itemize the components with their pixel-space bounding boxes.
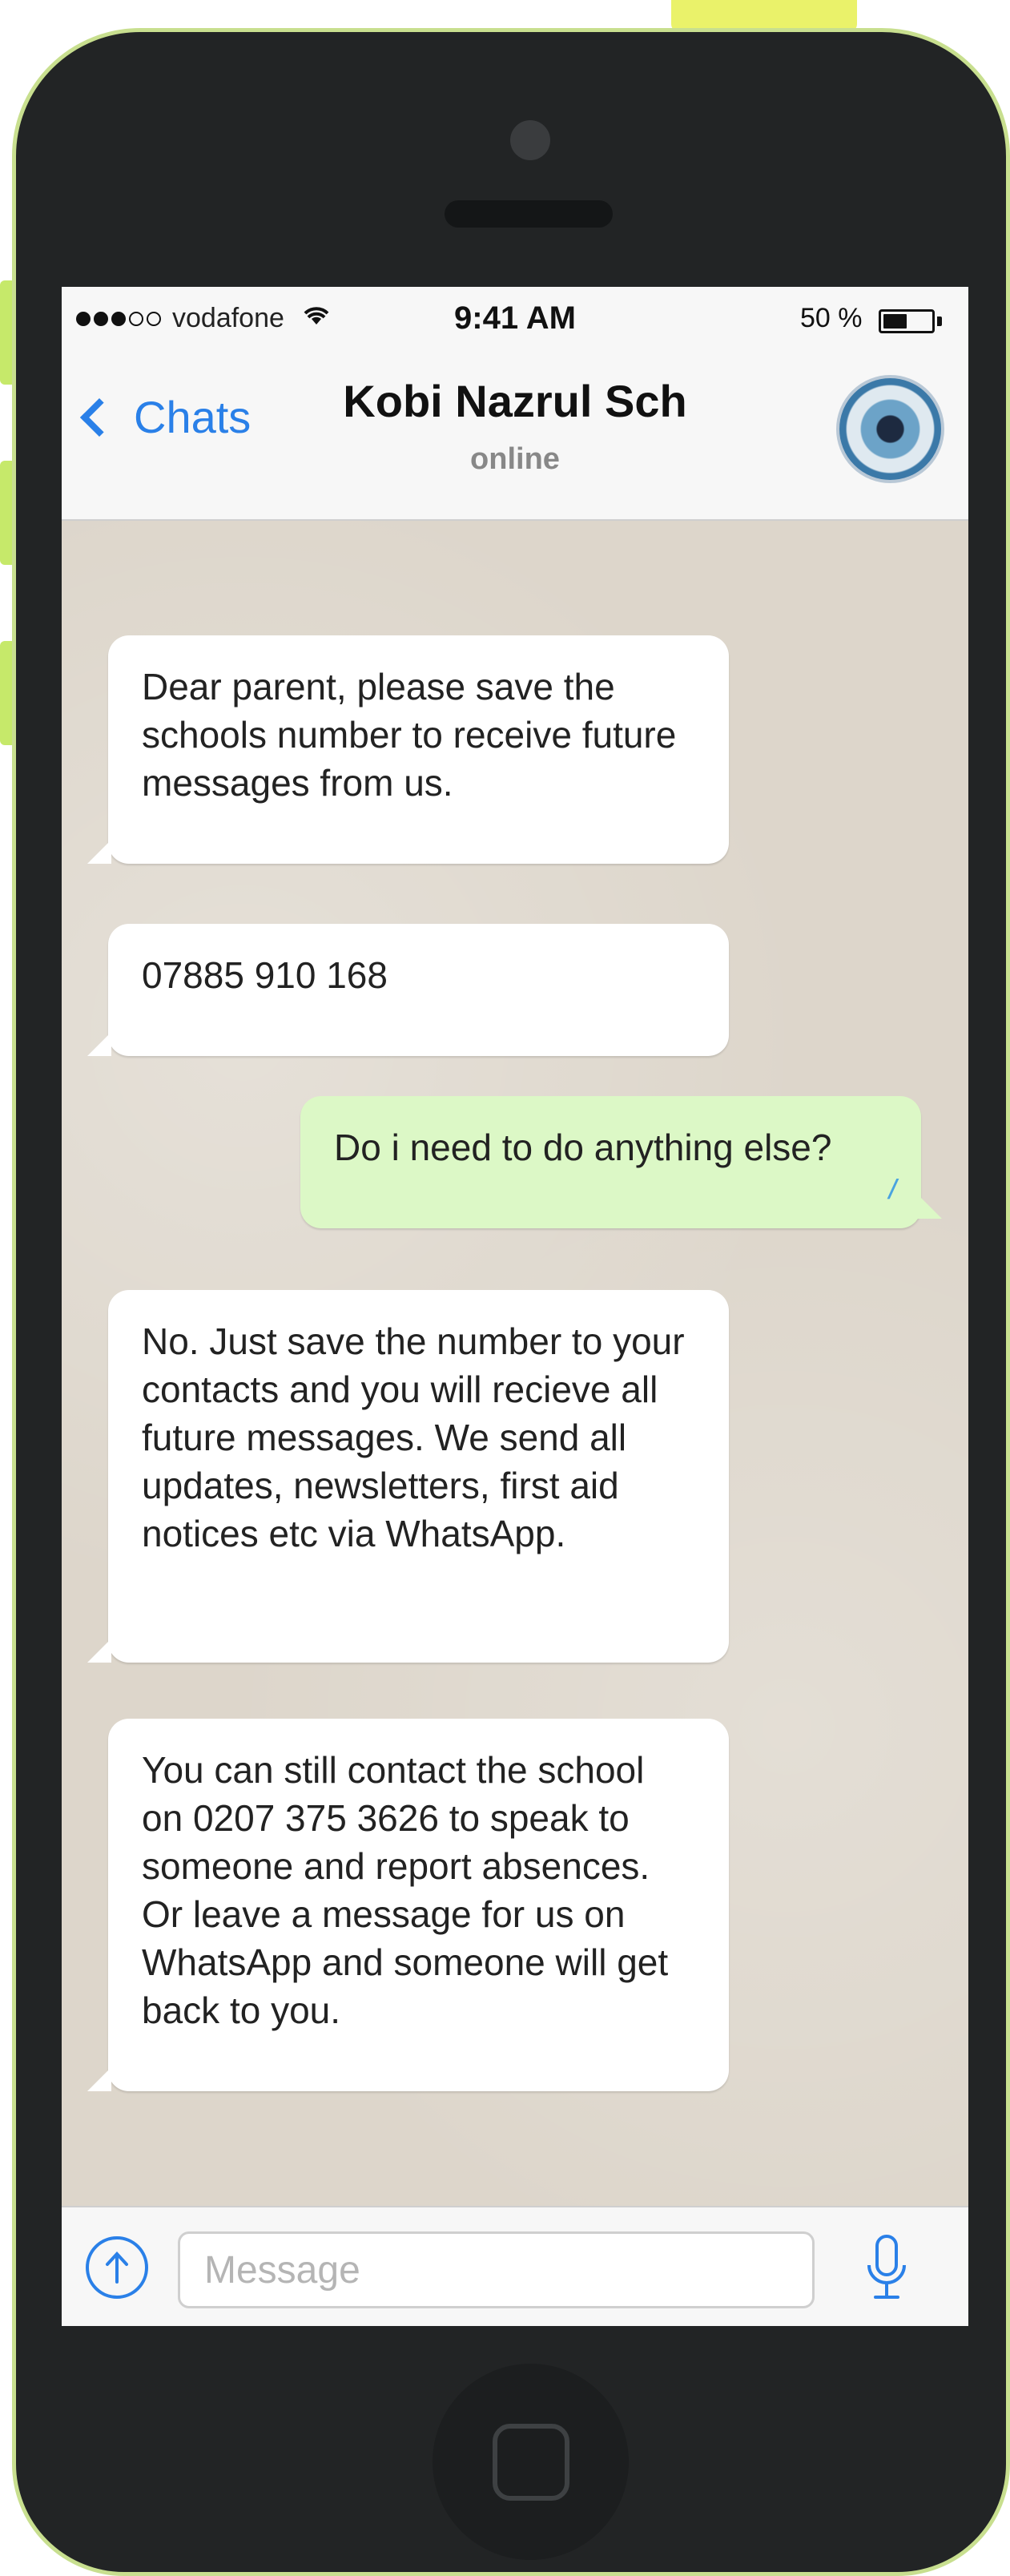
decorative-tab-top [671,0,857,32]
incoming-message-bubble[interactable]: Dear parent, please save the schools num… [87,635,729,864]
signal-dot-icon [94,311,108,326]
wifi-icon [300,303,332,334]
contact-avatar[interactable] [836,375,944,483]
incoming-message-bubble[interactable]: 07885 910 168 [87,924,729,1056]
message-text: No. Just save the number to your contact… [142,1320,685,1554]
battery-cap-icon [937,316,942,326]
battery-icon [879,309,935,333]
battery-percentage: 50 % [800,303,863,333]
front-camera [510,120,550,160]
signal-strength: vodafone [76,303,332,334]
signal-dot-empty-icon [147,311,161,326]
home-button[interactable] [433,2364,629,2560]
chat-header: Chats Kobi Nazrul Sch online [62,353,968,521]
message-input[interactable] [178,2231,815,2308]
microphone-icon [867,2235,906,2299]
arrow-up-icon [106,2251,128,2284]
message-list[interactable]: Dear parent, please save the schools num… [62,521,968,2243]
earpiece-speaker [445,200,613,228]
incoming-message-bubble[interactable]: You can still contact the school on 0207… [87,1719,729,2091]
message-text: Dear parent, please save the schools num… [142,666,677,804]
contact-name[interactable]: Kobi Nazrul Sch [62,375,968,427]
message-text: You can still contact the school on 0207… [142,1749,669,2031]
message-text: Do i need to do anything else? [334,1127,832,1168]
signal-dot-icon [76,311,91,326]
incoming-message-bubble[interactable]: No. Just save the number to your contact… [87,1290,729,1663]
outgoing-message-bubble[interactable]: Do i need to do anything else? // [300,1096,942,1228]
contact-status: online [470,442,560,476]
phone-screen: vodafone 9:41 AM 50 % Chats Kobi Nazrul … [62,287,968,2326]
message-text: 07885 910 168 [142,954,388,996]
battery-level-fill [883,314,907,329]
signal-dot-empty-icon [129,311,143,326]
message-composer [62,2206,968,2326]
carrier-name: vodafone [172,303,284,333]
signal-dot-icon [111,311,126,326]
status-bar: vodafone 9:41 AM 50 % [62,287,968,353]
attach-button[interactable] [86,2236,148,2299]
home-button-square-icon [492,2423,569,2501]
microphone-button[interactable] [863,2233,911,2305]
status-time: 9:41 AM [454,300,576,336]
